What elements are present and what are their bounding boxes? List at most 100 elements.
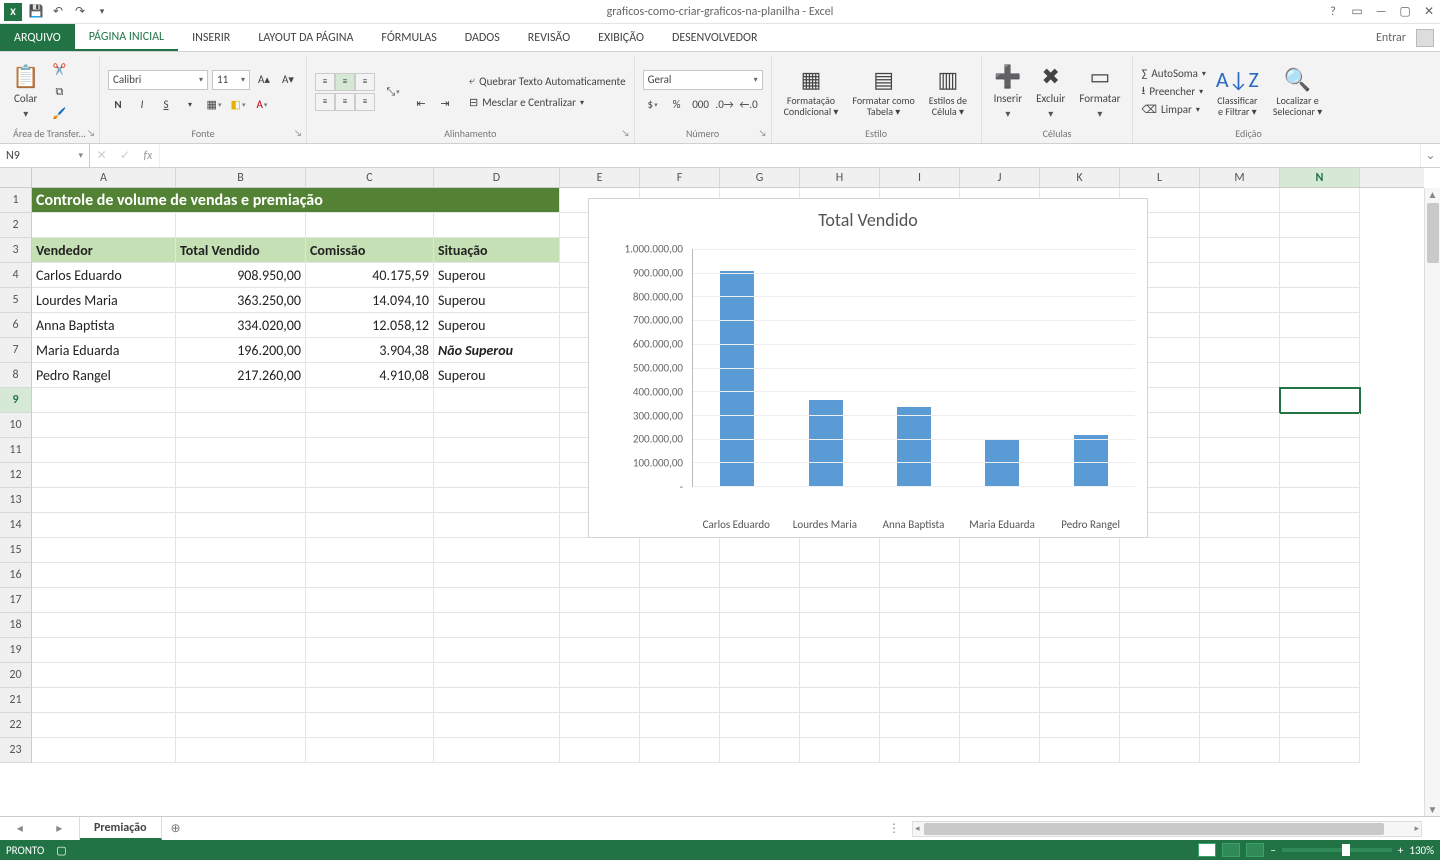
cell[interactable] [1040, 588, 1120, 613]
cell[interactable] [880, 688, 960, 713]
cell[interactable] [434, 688, 560, 713]
cell[interactable]: 196.200,00 [176, 338, 306, 363]
format-painter-icon[interactable]: 🖌️ [49, 105, 69, 123]
cell[interactable] [1200, 563, 1280, 588]
cell[interactable] [1280, 288, 1360, 313]
tab-layout-da-página[interactable]: LAYOUT DA PÁGINA [244, 24, 367, 51]
cell[interactable] [306, 638, 434, 663]
cell[interactable] [176, 663, 306, 688]
row-header[interactable]: 14 [0, 513, 32, 538]
cell[interactable] [640, 613, 720, 638]
dialog-launcher-icon[interactable]: ↘ [294, 128, 302, 139]
cell[interactable] [1040, 663, 1120, 688]
cell[interactable] [720, 613, 800, 638]
cell[interactable] [176, 513, 306, 538]
cell[interactable]: Superou [434, 313, 560, 338]
cell[interactable] [960, 688, 1040, 713]
ribbon-options-icon[interactable]: ▭ [1350, 4, 1364, 19]
row-header[interactable]: 21 [0, 688, 32, 713]
sheet-split-icon[interactable]: ⋮ [888, 821, 900, 836]
cell[interactable] [1040, 538, 1120, 563]
cell[interactable] [1200, 588, 1280, 613]
cell[interactable]: 334.020,00 [176, 313, 306, 338]
cell[interactable] [176, 213, 306, 238]
chart-bar[interactable] [809, 400, 843, 486]
cell[interactable] [880, 538, 960, 563]
select-all-corner[interactable] [0, 168, 32, 188]
cell[interactable] [1200, 338, 1280, 363]
cell[interactable] [800, 663, 880, 688]
column-header[interactable]: H [800, 168, 880, 187]
cell[interactable] [720, 713, 800, 738]
cell[interactable] [176, 688, 306, 713]
cell[interactable] [1280, 363, 1360, 388]
cell[interactable] [1200, 663, 1280, 688]
cell[interactable] [560, 538, 640, 563]
cell[interactable]: Situação [434, 238, 560, 263]
cell[interactable] [434, 563, 560, 588]
row-header[interactable]: 10 [0, 413, 32, 438]
column-header[interactable]: L [1120, 168, 1200, 187]
cell[interactable] [434, 738, 560, 763]
chart-bar[interactable] [897, 407, 931, 486]
cell[interactable] [32, 513, 176, 538]
cell[interactable] [640, 688, 720, 713]
cell[interactable] [1200, 713, 1280, 738]
autosum-button[interactable]: ∑AutoSoma ▾ [1141, 67, 1205, 80]
cell[interactable] [1200, 538, 1280, 563]
cut-icon[interactable]: ✂️ [49, 61, 69, 79]
name-box[interactable]: N9▾ [0, 144, 90, 167]
cell[interactable] [434, 213, 560, 238]
borders-button[interactable]: ▦ [204, 96, 224, 114]
cell[interactable] [176, 463, 306, 488]
cell[interactable] [720, 663, 800, 688]
row-header[interactable]: 19 [0, 638, 32, 663]
cell[interactable] [880, 563, 960, 588]
formula-input[interactable] [160, 144, 1420, 167]
cell[interactable] [176, 638, 306, 663]
row-header[interactable]: 16 [0, 563, 32, 588]
cell[interactable] [1280, 613, 1360, 638]
increase-indent-icon[interactable]: ⇥ [435, 95, 455, 113]
cell[interactable]: 40.175,59 [306, 263, 434, 288]
cell[interactable] [306, 713, 434, 738]
cell[interactable] [434, 463, 560, 488]
cell[interactable] [306, 738, 434, 763]
row-header[interactable]: 9 [0, 388, 32, 413]
cell[interactable] [720, 688, 800, 713]
cell[interactable] [32, 738, 176, 763]
row-header[interactable]: 4 [0, 263, 32, 288]
cell[interactable] [720, 563, 800, 588]
conditional-formatting-button[interactable]: ▦FormataçãoCondicional ▾ [780, 64, 843, 119]
scrollbar-thumb[interactable] [1427, 203, 1439, 263]
cell[interactable] [434, 413, 560, 438]
cell[interactable]: Carlos Eduardo [32, 263, 176, 288]
cell[interactable] [800, 738, 880, 763]
cell[interactable] [32, 713, 176, 738]
cell[interactable] [306, 463, 434, 488]
insert-cells-button[interactable]: ➕Inserir▾ [990, 61, 1027, 122]
cell[interactable] [1280, 538, 1360, 563]
tab-scroll-first-icon[interactable]: ◂ [17, 821, 23, 836]
decrease-decimal-icon[interactable]: ←.0 [739, 96, 759, 114]
cell[interactable] [640, 713, 720, 738]
cell[interactable] [32, 413, 176, 438]
cell[interactable] [176, 388, 306, 413]
view-page-break-button[interactable] [1246, 843, 1264, 857]
align-left-icon[interactable]: ≡ [315, 93, 335, 111]
cell[interactable] [1280, 513, 1360, 538]
row-header[interactable]: 1 [0, 188, 32, 213]
row-header[interactable]: 2 [0, 213, 32, 238]
decrease-indent-icon[interactable]: ⇤ [411, 95, 431, 113]
column-header[interactable]: I [880, 168, 960, 187]
cell[interactable] [1280, 638, 1360, 663]
minimize-icon[interactable]: — [1374, 5, 1388, 19]
cell[interactable] [306, 413, 434, 438]
comma-format-icon[interactable]: 000 [691, 96, 711, 114]
align-middle-icon[interactable]: ≡ [335, 73, 355, 91]
cell[interactable] [1120, 688, 1200, 713]
cell[interactable]: Não Superou [434, 338, 560, 363]
cell[interactable]: Lourdes Maria [32, 288, 176, 313]
find-select-button[interactable]: 🔍Localizar eSelecionar ▾ [1269, 64, 1326, 119]
cell[interactable] [880, 588, 960, 613]
